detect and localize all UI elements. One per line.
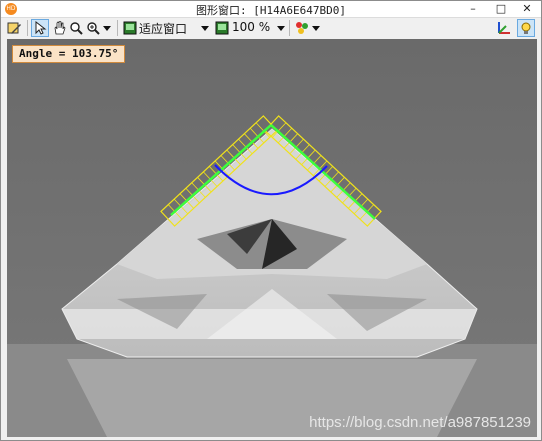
close-button[interactable]: ✕	[517, 1, 537, 17]
image-viewport[interactable]	[7, 39, 537, 437]
watermark-text: https://blog.csdn.net/a987851239	[309, 414, 531, 431]
color-palette-icon[interactable]	[293, 19, 311, 37]
minimize-button[interactable]: –	[463, 1, 483, 17]
fit-window-icon[interactable]	[121, 19, 139, 37]
diamond-image	[7, 39, 537, 437]
percent-dropdown-icon[interactable]	[277, 26, 285, 31]
zoom-dropdown-icon[interactable]	[103, 26, 111, 31]
window-title: 图形窗口: [H14A6E647BD0]	[196, 4, 346, 17]
pencil-icon[interactable]	[5, 19, 23, 37]
hand-icon[interactable]	[50, 19, 68, 37]
fit-dropdown-icon[interactable]	[201, 26, 209, 31]
zoom-fit-label[interactable]: 适应窗口	[139, 20, 187, 37]
maximize-button[interactable]: □	[491, 1, 511, 17]
zoom-percent-icon[interactable]	[213, 19, 231, 37]
angle-readout: Angle = 103.75°	[12, 45, 126, 63]
axes-icon[interactable]	[495, 19, 513, 37]
palette-dropdown-icon[interactable]	[312, 26, 320, 31]
zoom-percent-label[interactable]: 100 %	[232, 20, 270, 34]
zoom-icon[interactable]	[84, 19, 102, 37]
toolbar: 适应窗口 100 %	[1, 18, 541, 38]
graphics-window: HD 图形窗口: [H14A6E647BD0] – □ ✕ 适应窗口 100 %…	[0, 0, 542, 441]
lightbulb-icon[interactable]	[517, 19, 535, 37]
title-bar: HD 图形窗口: [H14A6E647BD0] – □ ✕	[1, 1, 541, 18]
pointer-icon[interactable]	[31, 19, 49, 37]
magnifier-icon[interactable]	[67, 19, 85, 37]
